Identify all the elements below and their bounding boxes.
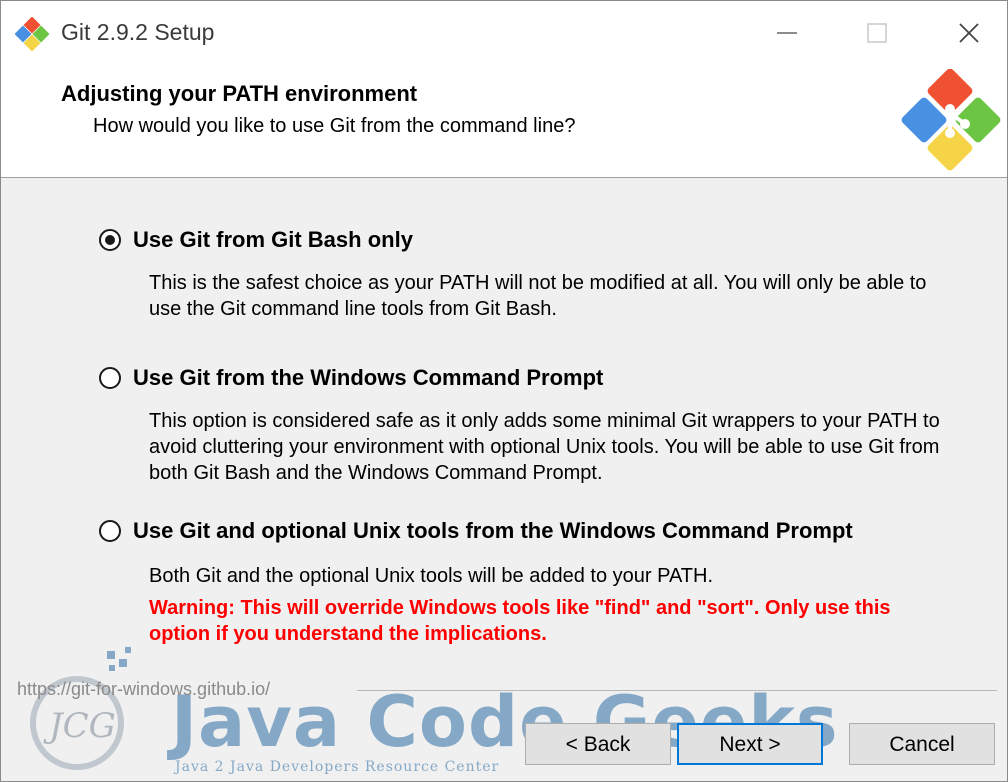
footer-divider: [357, 690, 997, 691]
footer-url: https://git-for-windows.github.io/: [17, 679, 271, 699]
watermark-logo: JCG Java Code Geeks Java 2 Java Develope…: [11, 641, 838, 781]
page-subtitle: How would you like to use Git from the c…: [93, 115, 576, 137]
option-description: This is the safest choice as your PATH w…: [149, 270, 949, 322]
radio-button[interactable]: [99, 367, 121, 389]
maximize-icon: [867, 23, 887, 43]
minimize-icon[interactable]: [757, 11, 817, 55]
git-logo-icon: [15, 17, 49, 51]
jcg-monogram-text: JCG: [43, 706, 116, 746]
option-description-text: This option is considered safe as it onl…: [149, 410, 940, 484]
option-label[interactable]: Use Git from Git Bash only: [133, 227, 413, 253]
watermark-tagline: Java 2 Java Developers Resource Center: [175, 759, 500, 775]
option-label[interactable]: Use Git from the Windows Command Prompt: [133, 365, 603, 391]
page-title: Adjusting your PATH environment: [61, 81, 418, 106]
title-bar: Git 2.9.2 Setup: [1, 1, 1007, 65]
option-description: This option is considered safe as it onl…: [149, 408, 949, 486]
option-description-text: Both Git and the optional Unix tools wil…: [149, 565, 714, 587]
next-button[interactable]: Next >: [677, 723, 823, 765]
close-icon[interactable]: [939, 11, 999, 55]
option-description: Both Git and the optional Unix tools wil…: [149, 563, 949, 647]
option-label[interactable]: Use Git and optional Unix tools from the…: [133, 518, 853, 544]
cancel-button[interactable]: Cancel: [849, 723, 995, 765]
page-header: Adjusting your PATH environment How woul…: [1, 65, 1007, 178]
window-title: Git 2.9.2 Setup: [61, 19, 215, 45]
git-logo-icon: [901, 69, 1001, 171]
back-button[interactable]: < Back: [525, 723, 671, 765]
setup-window: Git 2.9.2 Setup Adjusting your PATH envi…: [0, 0, 1008, 782]
warning-text: Warning: This will override Windows tool…: [149, 597, 891, 645]
radio-button-selected[interactable]: [99, 229, 121, 251]
radio-dot-icon: [105, 235, 115, 245]
radio-button[interactable]: [99, 520, 121, 542]
option-description-text: This is the safest choice as your PATH w…: [149, 272, 927, 320]
jcg-monogram-icon: JCG: [30, 647, 131, 770]
